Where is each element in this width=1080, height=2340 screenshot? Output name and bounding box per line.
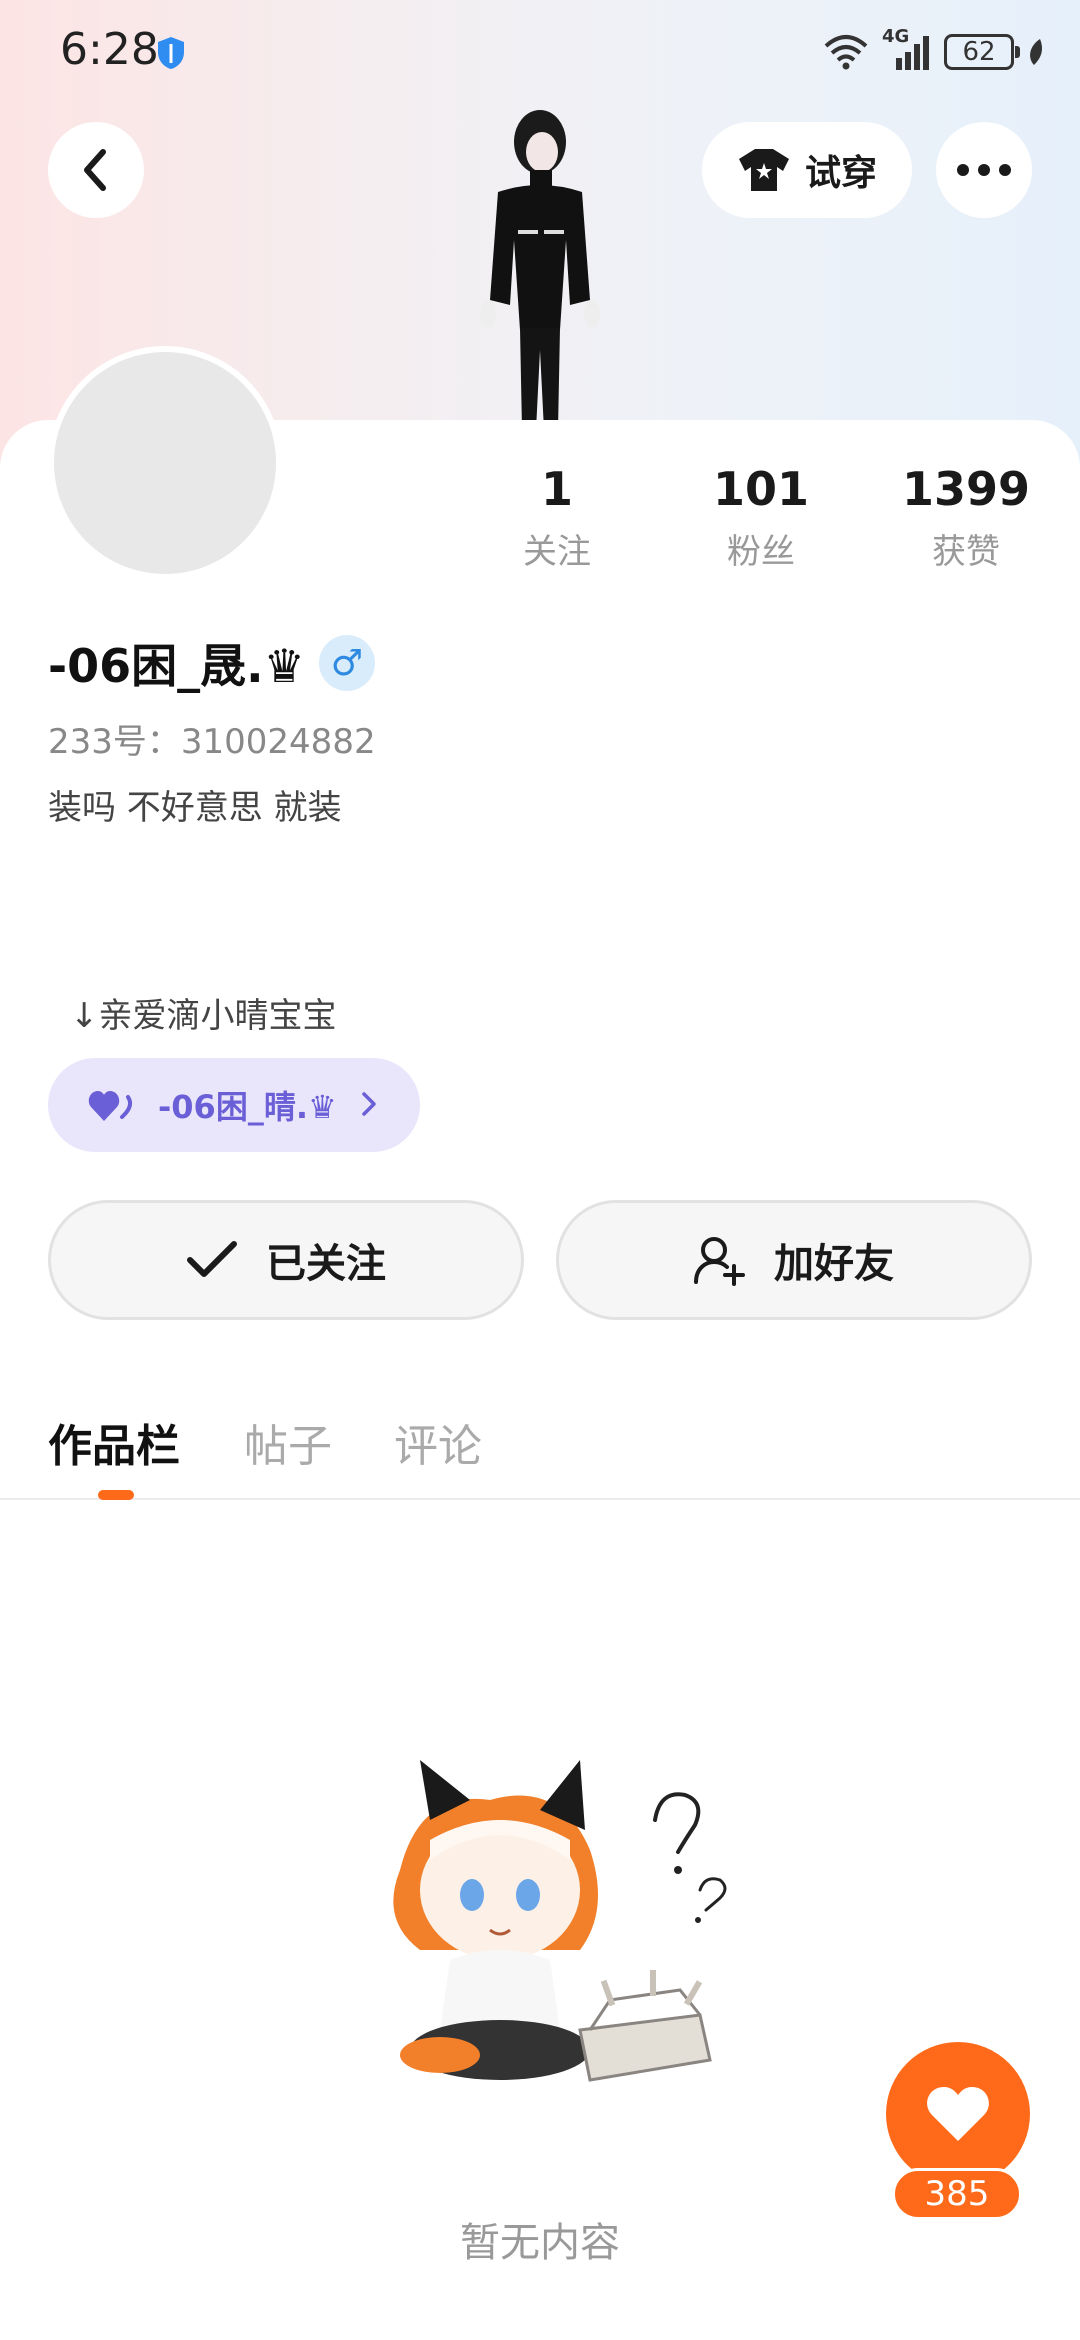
try-on-button[interactable]: 试穿 [702,122,912,218]
add-user-icon [694,1237,745,1286]
couple-partner-chip[interactable]: -06困_晴.♛ [48,1058,420,1152]
heart-icon [927,2087,989,2141]
avatar-3d-figure [480,110,600,430]
user-id[interactable]: 233号：310024882 [48,714,376,763]
likes-stat[interactable]: 1399 获赞 [876,462,1056,573]
male-gender-icon: ♂ [318,635,375,691]
back-button[interactable] [48,122,144,218]
add-friend-label: 加好友 [774,1241,894,1287]
likes-count: 1399 [901,462,1031,516]
status-icons: 4G 62 [822,26,1046,74]
tab-works[interactable]: 作品栏 [48,1410,180,1474]
couple-hearts-icon [88,1091,133,1121]
chevron-left-icon [84,149,106,191]
tab-posts[interactable]: 帖子 [244,1410,332,1474]
followed-label: 已关注 [266,1241,386,1287]
followers-stat[interactable]: 101 粉丝 [671,462,851,573]
followers-label: 粉丝 [727,532,795,572]
battery-level: 62 [962,37,996,67]
empty-state-illustration [393,1760,727,2082]
battery-icon: 62 [944,34,1020,70]
following-count: 1 [540,462,573,516]
name-row: -06困_晟.♛ ♂ [48,630,375,696]
profile-stats: 1 关注 101 粉丝 1399 获赞 [0,462,1080,582]
active-tab-indicator [98,1490,134,1500]
like-count: 385 [892,2168,1022,2220]
followers-count: 101 [712,462,810,516]
cellular-signal-icon: 4G [882,26,932,72]
user-bio: 装吗 不好意思 就装 [48,788,342,828]
likes-label: 获赞 [932,532,1000,572]
leaf-icon [1030,39,1042,65]
tab-comments[interactable]: 评论 [394,1410,482,1474]
security-shield-icon [158,37,184,69]
status-bar: 6:28 4G 62 [0,0,1080,100]
followed-button[interactable]: 已关注 [48,1200,524,1320]
more-dots-icon [957,164,1011,176]
following-label: 关注 [523,532,591,572]
following-stat[interactable]: 1 关注 [467,462,647,573]
user-name: -06困_晟.♛ [48,639,305,693]
partner-name: -06困_晴.♛ [158,1088,337,1126]
more-options-button[interactable] [936,122,1032,218]
like-button[interactable] [886,2042,1030,2186]
profile-tabs: 作品栏 帖子 评论 [0,1390,1080,1500]
couple-label: ↓亲爱滴小晴宝宝 [70,996,337,1036]
try-on-label: 试穿 [804,153,877,194]
chevron-right-icon [362,1092,376,1116]
wifi-icon [824,35,868,70]
checkmark-icon [187,1241,237,1277]
add-friend-button[interactable]: 加好友 [556,1200,1032,1320]
status-time: 6:28 [60,24,159,75]
tshirt-icon [738,149,789,191]
